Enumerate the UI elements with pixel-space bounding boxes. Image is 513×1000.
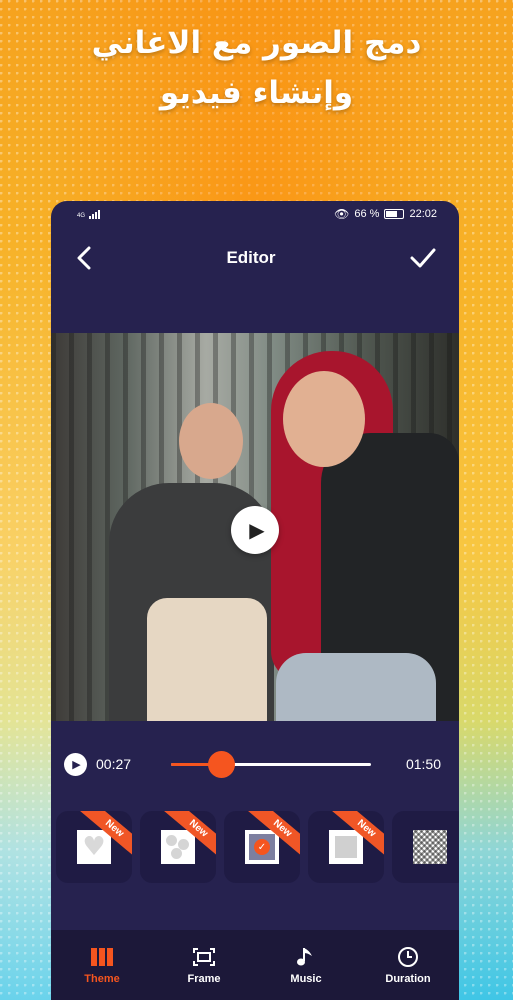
status-right: 👁 66 % 22:02 <box>334 207 437 221</box>
nav-frame[interactable]: Frame <box>159 946 249 985</box>
confirm-button[interactable] <box>409 247 437 269</box>
total-time: 01:50 <box>405 756 441 772</box>
nav-label: Frame <box>187 972 221 985</box>
clock-time: 22:02 <box>409 208 437 220</box>
phone-screen: 4G 👁 66 % 22:02 Editor ▶ ▶ 00:27 01:50 ♥… <box>51 201 459 1000</box>
promo-headline: دمج الصور مع الاغاني وإنشاء فيديو <box>0 18 513 118</box>
theme-thumbnail: ♥ <box>77 830 111 864</box>
selected-theme-swatch: ✓ <box>249 834 275 860</box>
theme-item-mosaic[interactable] <box>392 811 459 883</box>
bubbles-icon <box>164 833 192 861</box>
heart-icon: ♥ <box>82 832 106 862</box>
nav-theme[interactable]: Theme <box>57 946 147 985</box>
battery-percent: 66 % <box>354 208 380 220</box>
network-type: 4G <box>77 213 86 219</box>
nav-duration[interactable]: Duration <box>363 946 453 985</box>
photo-person-left-pants <box>147 598 267 721</box>
theme-thumbnail <box>161 830 195 864</box>
battery-icon <box>384 209 405 219</box>
frame-icon <box>192 946 216 968</box>
signal-group: 4G <box>77 209 101 219</box>
play-button[interactable]: ▶ <box>64 752 87 776</box>
promo-line-1: دمج الصور مع الاغاني <box>91 25 422 61</box>
status-bar: 4G 👁 66 % 22:02 <box>51 201 459 227</box>
theme-item-square[interactable]: New <box>308 811 384 883</box>
theme-item-selected[interactable]: ✓ New <box>224 811 300 883</box>
theme-icon <box>90 946 114 968</box>
promo-line-2: وإنشاء فيديو <box>159 75 354 111</box>
theme-list: ♥ New New ✓ New New <box>51 811 459 883</box>
play-icon: ▶ <box>72 758 81 771</box>
photo-person-right-jeans <box>276 653 436 721</box>
seek-thumb[interactable] <box>208 750 235 778</box>
theme-thumbnail: ✓ <box>245 830 279 864</box>
app-bar: Editor <box>51 227 459 289</box>
check-icon: ✓ <box>254 839 270 855</box>
theme-thumbnail <box>329 830 363 864</box>
current-time: 00:27 <box>96 756 132 772</box>
music-note-icon <box>296 946 316 968</box>
page-title: Editor <box>226 248 276 267</box>
play-icon: ▶ <box>249 518 265 542</box>
signal-icon <box>89 209 101 219</box>
eye-icon: 👁 <box>334 207 350 221</box>
theme-item-bubbles[interactable]: New <box>140 811 216 883</box>
nav-music[interactable]: Music <box>261 946 351 985</box>
preview-play-button[interactable]: ▶ <box>231 506 279 554</box>
back-button[interactable] <box>75 245 93 271</box>
nav-label: Theme <box>84 972 120 985</box>
bottom-navigation: Theme Frame Music Duration <box>51 930 459 1000</box>
video-preview[interactable]: ▶ <box>51 333 459 721</box>
mosaic-thumbnail <box>413 830 447 864</box>
theme-item-heart[interactable]: ♥ New <box>56 811 132 883</box>
seek-bar[interactable] <box>171 750 371 778</box>
nav-label: Music <box>290 972 322 985</box>
playback-controls: ▶ 00:27 01:50 <box>51 746 459 782</box>
square-icon <box>335 836 357 858</box>
clock-icon <box>397 946 419 968</box>
nav-label: Duration <box>385 972 431 985</box>
photo-person-right-head <box>283 371 365 467</box>
photo-person-left-head <box>179 403 243 479</box>
